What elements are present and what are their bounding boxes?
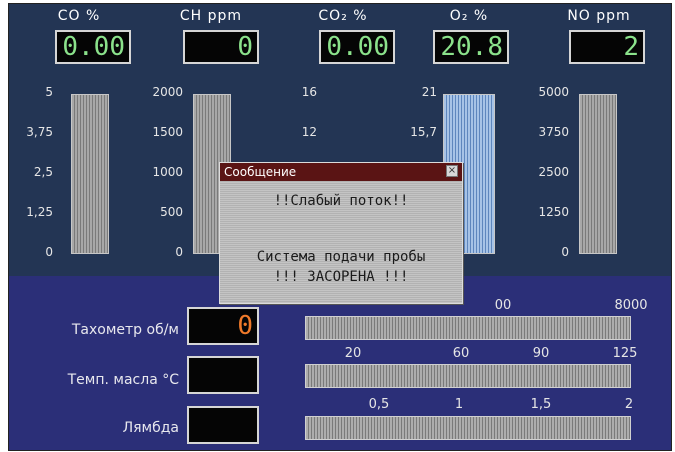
dialog-message-line: !!! ЗАСОРЕНА !!! [273, 269, 409, 285]
gauge-value: 2 [569, 30, 645, 64]
tick-label: 12 [301, 125, 317, 139]
level-bar [71, 94, 109, 254]
gauge-no: NO ppm 2 5000 3750 2500 1250 0 [521, 4, 649, 276]
tick-label: 1,25 [26, 205, 53, 219]
lambda-label: Лямбда [122, 420, 179, 436]
tachometer-value: 0 [187, 307, 259, 345]
tick-label: 3,75 [26, 125, 53, 139]
oil-temp-value [187, 356, 259, 394]
tick-label: 1500 [152, 125, 183, 139]
lambda-scale-tick: 0,5 [368, 397, 390, 412]
gauge-value: 0.00 [319, 30, 395, 64]
tach-scale-tick: 00 [494, 298, 512, 313]
tachometer-bar [305, 316, 631, 340]
gauge-label: O₂ % [449, 8, 489, 24]
tick-label: 2500 [538, 165, 569, 179]
gauge-value: 20.8 [433, 30, 509, 64]
dialog-warning: !!Слабый поток!! [273, 193, 409, 209]
oil-scale-tick: 60 [452, 346, 470, 361]
message-dialog: Сообщение × !!Слабый поток!! Система под… [219, 162, 463, 304]
gauge-label: CO₂ % [318, 8, 368, 24]
lambda-scale-tick: 1 [454, 397, 464, 412]
tick-label: 2,5 [33, 165, 53, 179]
oil-temp-bar [305, 364, 631, 388]
tick-label: 16 [301, 85, 317, 99]
gauge-label: NO ppm [567, 8, 631, 24]
gauge-co: CO % 0.00 5 3,75 2,5 1,25 0 [9, 4, 137, 276]
tick-label: 1250 [538, 205, 569, 219]
dialog-message-line: Система подачи пробы [256, 249, 426, 265]
tick-label: 21 [421, 85, 437, 99]
oil-scale-tick: 90 [532, 346, 550, 361]
tick-label: 1000 [152, 165, 183, 179]
tachometer-label: Тахометр об/м [71, 322, 179, 338]
level-bar [579, 94, 617, 254]
dialog-title: Сообщение [220, 163, 462, 181]
tick-label: 0 [561, 245, 569, 259]
oil-temp-label: Темп. масла °C [67, 372, 179, 388]
gauge-value: 0.00 [55, 30, 131, 64]
lambda-value [187, 406, 259, 444]
tach-scale-tick: 8000 [614, 298, 648, 313]
gauge-label: CO % [57, 8, 101, 24]
tick-label: 3750 [538, 125, 569, 139]
lambda-scale-tick: 2 [624, 397, 634, 412]
tick-label: 0 [45, 245, 53, 259]
gauge-value: 0 [183, 30, 259, 64]
lambda-bar [305, 416, 631, 440]
tick-label: 0 [175, 245, 183, 259]
tick-label: 2000 [152, 85, 183, 99]
oil-scale-tick: 20 [344, 346, 362, 361]
tick-label: 5000 [538, 85, 569, 99]
tick-label: 5 [45, 85, 53, 99]
tick-label: 15,7 [410, 125, 437, 139]
gauge-label: CH ppm [179, 8, 243, 24]
close-icon[interactable]: × [446, 165, 458, 177]
tick-label: 500 [160, 205, 183, 219]
lambda-scale-tick: 1,5 [530, 397, 552, 412]
oil-scale-tick: 125 [612, 346, 638, 361]
